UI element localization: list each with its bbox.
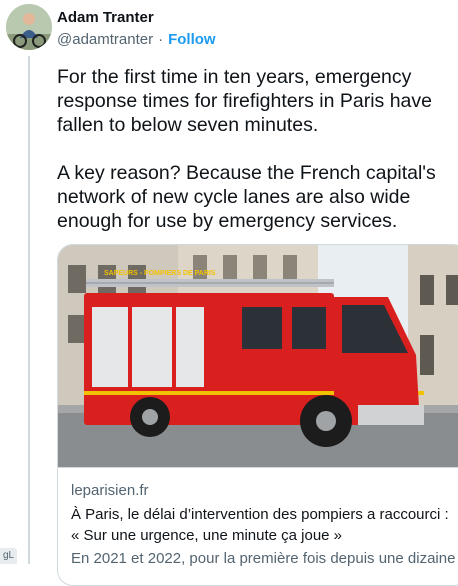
link-card[interactable]: SAPEURS - POMPIERS DE PARIS leparisien.f… [57, 244, 458, 586]
author-handle[interactable]: @adamtranter [57, 31, 153, 48]
card-body: leparisien.fr À Paris, le délai d’interv… [58, 467, 458, 567]
card-title: À Paris, le délai d’intervention des pom… [71, 504, 458, 546]
avatar[interactable] [6, 4, 52, 50]
tweet-text: For the first time in ten years, emergen… [57, 66, 436, 232]
truck-lettering: SAPEURS - POMPIERS DE PARIS [104, 270, 216, 277]
card-title-line-2: « Sur une urgence, une minute ça joue » [71, 527, 343, 544]
author-meta: @adamtranter · Follow [57, 31, 216, 48]
card-title-line-1: À Paris, le délai d’intervention des pom… [71, 506, 449, 523]
author-name[interactable]: Adam Tranter [57, 9, 154, 26]
separator: · [158, 31, 164, 48]
avatar-photo [6, 4, 52, 50]
corner-badge: gL [0, 548, 18, 564]
card-description: En 2021 et 2022, pour la première fois d… [71, 550, 458, 567]
thread-line [28, 56, 30, 564]
card-image: SAPEURS - POMPIERS DE PARIS [58, 245, 458, 467]
card-domain: leparisien.fr [71, 482, 149, 499]
follow-button[interactable]: Follow [168, 31, 216, 48]
fire-truck-photo: SAPEURS - POMPIERS DE PARIS [58, 245, 458, 467]
